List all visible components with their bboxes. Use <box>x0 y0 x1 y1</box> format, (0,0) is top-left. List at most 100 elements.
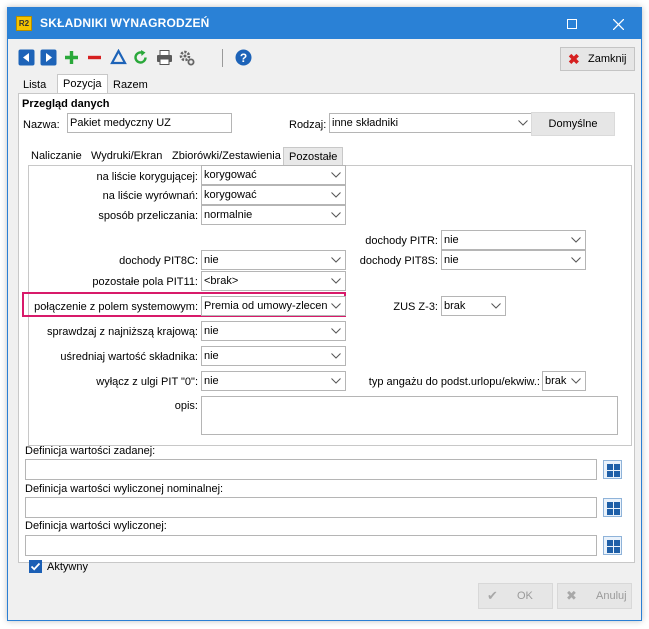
zus-select[interactable]: brak <box>441 296 506 316</box>
tab-naliczanie[interactable]: Naliczanie <box>26 147 87 166</box>
help-icon[interactable]: ? <box>235 49 252 66</box>
pit8s-label: dochody PIT8S: <box>359 255 438 267</box>
window: R2 SKŁADNIKI WYNAGRODZEŃ ? ✖ Zamknij Lis… <box>7 7 642 621</box>
nav-left-icon[interactable] <box>18 49 35 66</box>
na-liscie-kor-select[interactable]: korygować <box>201 165 346 185</box>
typ-angazu-label: typ angażu do podst.urlopu/ekwiw.: <box>368 376 540 388</box>
typ-angazu-select[interactable]: brak <box>542 371 586 391</box>
window-close-button[interactable] <box>595 8 641 39</box>
add-icon[interactable] <box>63 49 80 66</box>
remove-icon[interactable] <box>86 49 103 66</box>
na-liscie-wyr-label: na liście wyrównań: <box>102 190 198 202</box>
close-icon <box>612 18 624 30</box>
window-title: SKŁADNIKI WYNAGRODZEŃ <box>40 16 210 30</box>
pit8s-select[interactable]: nie <box>441 250 586 270</box>
section-title: Przegląd danych <box>22 98 110 110</box>
opis-label: opis: <box>174 400 198 412</box>
refresh-icon[interactable] <box>132 49 149 66</box>
chevron-down-icon <box>327 322 345 340</box>
na-liscie-wyr-select[interactable]: korygować <box>201 185 346 205</box>
chevron-down-icon <box>327 372 345 390</box>
sposob-label: sposób przeliczania: <box>98 210 198 222</box>
def-zadanej-input[interactable] <box>25 459 597 480</box>
calculator-icon[interactable] <box>603 536 622 555</box>
tab-pozycja[interactable]: Pozycja <box>57 74 108 94</box>
kind-select[interactable]: inne składniki <box>329 113 533 133</box>
polaczenie-select[interactable]: Premia od umowy-zlecenia <box>201 296 346 316</box>
tab-lista[interactable]: Lista <box>17 75 52 94</box>
def-nominalnej-input[interactable] <box>25 497 597 518</box>
check-icon: ✔ <box>487 588 498 603</box>
triangle-icon[interactable] <box>110 48 127 66</box>
usredniaj-value: nie <box>204 350 219 362</box>
domyslne-button[interactable]: Domyślne <box>531 112 615 136</box>
zamknij-label: Zamknij <box>588 53 627 65</box>
svg-text:?: ? <box>240 51 247 65</box>
chevron-down-icon <box>567 251 585 269</box>
chevron-down-icon <box>327 166 345 184</box>
tab-wydruki[interactable]: Wydruki/Ekran <box>86 147 167 166</box>
title-bar: R2 SKŁADNIKI WYNAGRODZEŃ <box>8 8 641 39</box>
chevron-down-icon <box>327 186 345 204</box>
zus-label: ZUS Z-3: <box>393 301 438 313</box>
tab-pozostale[interactable]: Pozostałe <box>283 147 344 166</box>
pit11-value: <brak> <box>204 275 239 287</box>
tab-zbiorowki[interactable]: Zbiorówki/Zestawienia <box>167 147 286 166</box>
na-liscie-wyr-value: korygować <box>204 189 257 201</box>
sposob-select[interactable]: normalnie <box>201 205 346 225</box>
cancel-x-icon: ✖ <box>566 588 577 603</box>
opis-textarea[interactable] <box>201 396 618 435</box>
sposob-value: normalnie <box>204 209 253 221</box>
ulga-value: nie <box>204 375 219 387</box>
kind-label: Rodzaj: <box>289 119 327 131</box>
pit8c-label: dochody PIT8C: <box>119 255 198 267</box>
pitr-select[interactable]: nie <box>441 230 586 250</box>
ok-label: OK <box>517 590 533 602</box>
kind-value: inne składniki <box>332 117 399 129</box>
typ-angazu-value: brak <box>545 375 567 387</box>
zamknij-button[interactable]: ✖ Zamknij <box>560 47 635 71</box>
name-label: Nazwa: <box>23 119 60 131</box>
usredniaj-select[interactable]: nie <box>201 346 346 366</box>
def-wyliczonej-label: Definicja wartości wyliczonej: <box>25 520 167 532</box>
chevron-down-icon <box>514 114 532 132</box>
pitr-value: nie <box>444 234 459 246</box>
app-logo-icon: R2 <box>16 16 32 31</box>
usredniaj-label: uśredniaj wartość składnika: <box>60 351 198 363</box>
nav-right-icon[interactable] <box>40 49 57 66</box>
checkmark-icon <box>30 562 41 571</box>
pit11-select[interactable]: <brak> <box>201 271 346 291</box>
aktywny-checkbox[interactable] <box>29 560 42 573</box>
print-icon[interactable] <box>156 49 173 66</box>
ulga-select[interactable]: nie <box>201 371 346 391</box>
settings-icon[interactable] <box>178 49 195 66</box>
na-liscie-kor-value: korygować <box>204 169 257 181</box>
calculator-icon[interactable] <box>603 498 622 517</box>
def-nominalnej-label: Definicja wartości wyliczonej nominalnej… <box>25 483 224 495</box>
ok-button[interactable]: ✔ OK <box>478 583 553 609</box>
name-input[interactable]: Pakiet medyczny UZ <box>67 113 232 133</box>
polaczenie-label: połączenie z polem systemowym: <box>34 301 198 313</box>
na-liscie-kor-label: na liście korygującej: <box>96 171 199 183</box>
polaczenie-value: Premia od umowy-zlecenia <box>204 300 337 312</box>
anuluj-label: Anuluj <box>596 590 627 602</box>
najnizsza-value: nie <box>204 325 219 337</box>
ulga-label: wyłącz z ulgi PIT "0": <box>96 376 198 388</box>
pit8c-value: nie <box>204 254 219 266</box>
toolbar: ? <box>8 39 641 75</box>
anuluj-button[interactable]: ✖ Anuluj <box>557 583 632 609</box>
pit11-label: pozostałe pola PIT11: <box>92 276 198 288</box>
toolbar-separator <box>222 49 223 67</box>
najnizsza-label: sprawdzaj z najniższą krajową: <box>46 326 198 338</box>
tab-razem[interactable]: Razem <box>107 75 154 94</box>
maximize-icon <box>567 19 577 30</box>
pitr-label: dochody PITR: <box>365 235 438 247</box>
chevron-down-icon <box>567 231 585 249</box>
zus-value: brak <box>444 300 466 312</box>
calculator-icon[interactable] <box>603 460 622 479</box>
def-wyliczonej-input[interactable] <box>25 535 597 556</box>
chevron-down-icon <box>327 272 345 290</box>
pit8c-select[interactable]: nie <box>201 250 346 270</box>
najnizsza-select[interactable]: nie <box>201 321 346 341</box>
maximize-button[interactable] <box>549 8 595 39</box>
